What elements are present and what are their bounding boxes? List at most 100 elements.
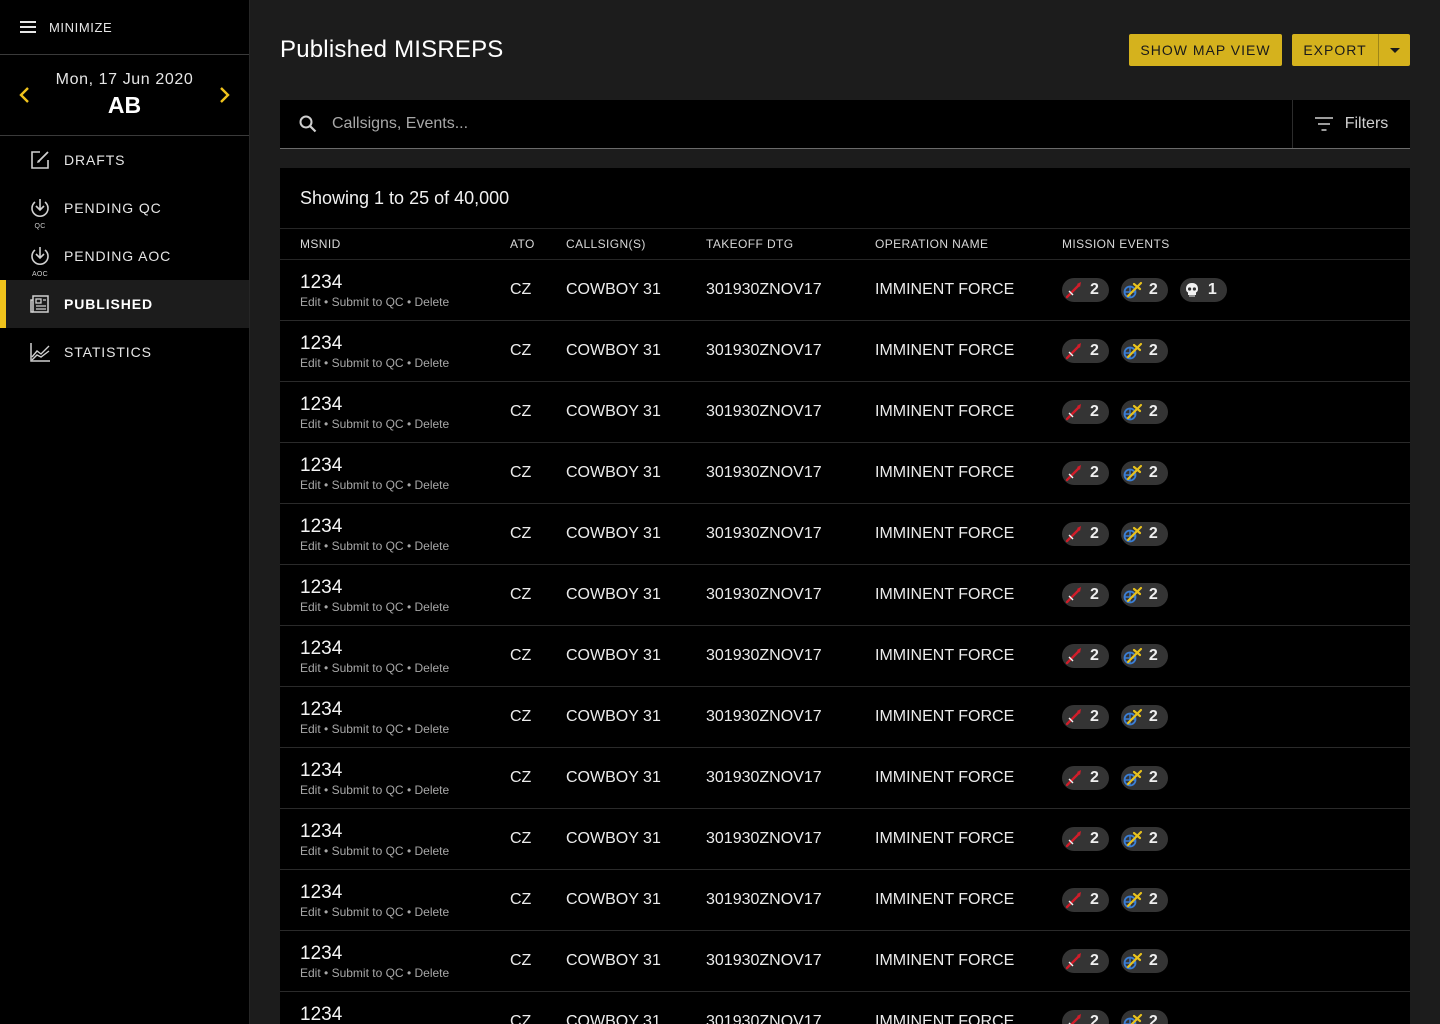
msnid-value[interactable]: 1234 — [300, 333, 510, 355]
mission-event-badge[interactable]: 2 — [1120, 461, 1168, 485]
msnid-value[interactable]: 1234 — [300, 577, 510, 599]
mission-event-badge[interactable]: 2 — [1120, 583, 1168, 607]
column-header-operation-name[interactable]: OPERATION NAME — [875, 237, 1062, 251]
edit-link[interactable]: Edit — [300, 600, 321, 614]
table-row[interactable]: 1234 Edit • Submit to QC • Delete CZ COW… — [280, 382, 1410, 443]
mission-event-badge[interactable]: 2 — [1120, 644, 1168, 668]
mission-event-badge[interactable]: 2 — [1062, 583, 1109, 607]
mission-event-badge[interactable]: 2 — [1120, 278, 1168, 302]
delete-link[interactable]: Delete — [415, 844, 450, 858]
delete-link[interactable]: Delete — [415, 600, 450, 614]
show-map-view-button[interactable]: SHOW MAP VIEW — [1129, 34, 1282, 66]
delete-link[interactable]: Delete — [415, 295, 450, 309]
delete-link[interactable]: Delete — [415, 539, 450, 553]
nav-item-published[interactable]: PUBLISHED — [0, 280, 249, 328]
mission-event-badge[interactable]: 2 — [1120, 705, 1168, 729]
submit-to-qc-link[interactable]: Submit to QC — [332, 478, 404, 492]
nav-item-pending-qc[interactable]: QC PENDING QC — [0, 184, 249, 232]
msnid-value[interactable]: 1234 — [300, 699, 510, 721]
mission-event-badge[interactable]: 2 — [1062, 522, 1109, 546]
mission-event-badge[interactable]: 2 — [1062, 461, 1109, 485]
msnid-value[interactable]: 1234 — [300, 943, 510, 965]
nav-item-pending-aoc[interactable]: AOC PENDING AOC — [0, 232, 249, 280]
mission-event-badge[interactable]: 2 — [1120, 1010, 1168, 1024]
table-row[interactable]: 1234 Edit • Submit to QC • Delete CZ COW… — [280, 626, 1410, 687]
export-button[interactable]: EXPORT — [1292, 34, 1378, 66]
mission-event-badge[interactable]: 2 — [1120, 339, 1168, 363]
submit-to-qc-link[interactable]: Submit to QC — [332, 600, 404, 614]
mission-event-badge[interactable]: 2 — [1120, 949, 1168, 973]
delete-link[interactable]: Delete — [415, 966, 450, 980]
msnid-value[interactable]: 1234 — [300, 638, 510, 660]
mission-event-badge[interactable]: 1 — [1179, 278, 1227, 302]
search-input[interactable] — [332, 100, 1292, 148]
column-header-msnid[interactable]: MSNID — [280, 237, 510, 251]
delete-link[interactable]: Delete — [415, 478, 450, 492]
table-row[interactable]: 1234 Edit • Submit to QC • Delete CZ COW… — [280, 870, 1410, 931]
submit-to-qc-link[interactable]: Submit to QC — [332, 966, 404, 980]
delete-link[interactable]: Delete — [415, 417, 450, 431]
msnid-value[interactable]: 1234 — [300, 516, 510, 538]
msnid-value[interactable]: 1234 — [300, 882, 510, 904]
column-header-callsigns[interactable]: CALLSIGN(S) — [566, 237, 706, 251]
mission-event-badge[interactable]: 2 — [1062, 1010, 1109, 1024]
table-row[interactable]: 1234 Edit • Submit to QC • Delete CZ COW… — [280, 687, 1410, 748]
msnid-value[interactable]: 1234 — [300, 1004, 510, 1024]
delete-link[interactable]: Delete — [415, 356, 450, 370]
chevron-right-icon[interactable] — [214, 85, 234, 105]
edit-link[interactable]: Edit — [300, 356, 321, 370]
filters-button[interactable]: Filters — [1292, 100, 1410, 148]
mission-event-badge[interactable]: 2 — [1120, 522, 1168, 546]
msnid-value[interactable]: 1234 — [300, 455, 510, 477]
edit-link[interactable]: Edit — [300, 295, 321, 309]
chevron-left-icon[interactable] — [15, 85, 35, 105]
mission-event-badge[interactable]: 2 — [1062, 278, 1109, 302]
nav-item-drafts[interactable]: DRAFTS — [0, 136, 249, 184]
table-row[interactable]: 1234 Edit • Submit to QC • Delete CZ COW… — [280, 260, 1410, 321]
edit-link[interactable]: Edit — [300, 966, 321, 980]
column-header-takeoff-dtg[interactable]: TAKEOFF DTG — [706, 237, 875, 251]
edit-link[interactable]: Edit — [300, 478, 321, 492]
nav-item-statistics[interactable]: STATISTICS — [0, 328, 249, 376]
submit-to-qc-link[interactable]: Submit to QC — [332, 722, 404, 736]
table-row[interactable]: 1234 Edit • Submit to QC • Delete CZ COW… — [280, 809, 1410, 870]
mission-event-badge[interactable]: 2 — [1120, 827, 1168, 851]
mission-event-badge[interactable]: 2 — [1062, 644, 1109, 668]
msnid-value[interactable]: 1234 — [300, 760, 510, 782]
edit-link[interactable]: Edit — [300, 661, 321, 675]
mission-event-badge[interactable]: 2 — [1120, 400, 1168, 424]
minimize-button[interactable]: MINIMIZE — [0, 0, 249, 55]
table-row[interactable]: 1234 Edit • Submit to QC • Delete CZ COW… — [280, 504, 1410, 565]
export-options-button[interactable] — [1378, 34, 1410, 66]
mission-event-badge[interactable]: 2 — [1120, 766, 1168, 790]
submit-to-qc-link[interactable]: Submit to QC — [332, 356, 404, 370]
submit-to-qc-link[interactable]: Submit to QC — [332, 844, 404, 858]
submit-to-qc-link[interactable]: Submit to QC — [332, 417, 404, 431]
submit-to-qc-link[interactable]: Submit to QC — [332, 783, 404, 797]
table-row[interactable]: 1234 Edit • Submit to QC • Delete CZ COW… — [280, 931, 1410, 992]
edit-link[interactable]: Edit — [300, 722, 321, 736]
table-row[interactable]: 1234 Edit • Submit to QC • Delete CZ COW… — [280, 565, 1410, 626]
mission-event-badge[interactable]: 2 — [1062, 888, 1109, 912]
delete-link[interactable]: Delete — [415, 722, 450, 736]
mission-event-badge[interactable]: 2 — [1062, 827, 1109, 851]
table-row[interactable]: 1234 Edit • Submit to QC • Delete CZ COW… — [280, 748, 1410, 809]
msnid-value[interactable]: 1234 — [300, 272, 510, 294]
mission-event-badge[interactable]: 2 — [1062, 339, 1109, 363]
column-header-mission-events[interactable]: MISSION EVENTS — [1062, 237, 1410, 251]
delete-link[interactable]: Delete — [415, 905, 450, 919]
delete-link[interactable]: Delete — [415, 661, 450, 675]
mission-event-badge[interactable]: 2 — [1120, 888, 1168, 912]
edit-link[interactable]: Edit — [300, 539, 321, 553]
edit-link[interactable]: Edit — [300, 905, 321, 919]
edit-link[interactable]: Edit — [300, 844, 321, 858]
msnid-value[interactable]: 1234 — [300, 821, 510, 843]
mission-event-badge[interactable]: 2 — [1062, 766, 1109, 790]
submit-to-qc-link[interactable]: Submit to QC — [332, 295, 404, 309]
mission-event-badge[interactable]: 2 — [1062, 705, 1109, 729]
submit-to-qc-link[interactable]: Submit to QC — [332, 905, 404, 919]
table-row[interactable]: 1234 Edit • Submit to QC • Delete CZ COW… — [280, 321, 1410, 382]
edit-link[interactable]: Edit — [300, 417, 321, 431]
msnid-value[interactable]: 1234 — [300, 394, 510, 416]
table-row[interactable]: 1234 Edit • Submit to QC • Delete CZ COW… — [280, 443, 1410, 504]
